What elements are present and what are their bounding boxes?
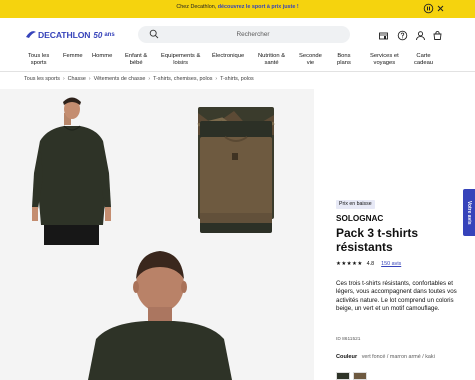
main-nav: Tous les sports Femme Homme Enfant & béb…: [0, 51, 475, 72]
nav-item-enfant[interactable]: Enfant & bébé: [125, 53, 147, 67]
nav-item-all-sports[interactable]: Tous les sports: [28, 53, 49, 67]
search-bar[interactable]: [138, 26, 350, 43]
breadcrumb-link[interactable]: Vêtements de chasse: [94, 76, 146, 82]
color-value: vert foncé / marron armé / kaki: [361, 354, 435, 360]
cart-icon[interactable]: [432, 30, 443, 41]
close-icon[interactable]: [435, 3, 446, 14]
store-icon[interactable]: [378, 30, 389, 41]
nav-item-electronique[interactable]: Électronique: [212, 53, 244, 60]
user-icon[interactable]: [415, 30, 426, 41]
color-swatch[interactable]: [336, 372, 350, 380]
color-swatch[interactable]: [353, 372, 367, 380]
product-description: Ces trois t-shirts résistants, confortab…: [336, 280, 457, 313]
nav-item-femme[interactable]: Femme: [63, 53, 83, 60]
decathlon-logo[interactable]: DECATHLON 50 ans: [26, 29, 115, 41]
reviews-link[interactable]: 150 avis: [381, 261, 401, 267]
product-title: Pack 3 t-shirts résistants: [336, 226, 419, 254]
breadcrumb: Tous les sports › Chasse › Vêtements de …: [24, 75, 254, 83]
product-brand[interactable]: SOLOGNAC: [336, 214, 383, 223]
promo-text-prefix: Chez Decathlon,: [176, 4, 218, 10]
rating-value: 4.8: [366, 261, 375, 267]
nav-item-carte-cadeau[interactable]: Carte cadeau: [414, 53, 433, 67]
feedback-tab-label: Votre avis: [466, 200, 472, 225]
folded-shirts-image[interactable]: [160, 89, 314, 257]
nav-item-equipements[interactable]: Equipements & loisirs: [161, 53, 200, 67]
color-row: Couleur vert foncé / marron armé / kaki: [336, 354, 435, 360]
model-back-image[interactable]: [0, 251, 314, 380]
promo-bar: Chez Decathlon, découvrez le sport à pri…: [0, 0, 475, 18]
breadcrumb-current: T-shirts, polos: [220, 76, 254, 82]
breadcrumb-link[interactable]: T-shirts, chemises, polos: [153, 76, 212, 82]
chevron-right-icon: ›: [148, 76, 151, 82]
product-images: [0, 89, 314, 380]
product-rating: ★★★★★ 4.8 150 avis: [336, 260, 401, 268]
chevron-right-icon: ›: [215, 76, 218, 82]
search-icon[interactable]: [149, 29, 159, 39]
model-front-image[interactable]: [0, 89, 155, 257]
logo-text: DECATHLON: [38, 30, 91, 40]
breadcrumb-link[interactable]: Tous les sports: [24, 76, 60, 82]
price-drop-badge: Prix en baisse: [336, 200, 375, 209]
nav-item-services[interactable]: Services et voyages: [370, 53, 399, 67]
promo-text[interactable]: Chez Decathlon, découvrez le sport à pri…: [0, 4, 475, 10]
breadcrumb-link[interactable]: Chasse: [68, 76, 86, 82]
product-reference: ID 8611521: [336, 337, 361, 342]
nav-item-nutrition[interactable]: Nutrition & santé: [258, 53, 285, 67]
pause-icon[interactable]: [423, 3, 434, 14]
rating-stars-icon: ★★★★★: [336, 261, 363, 267]
feedback-tab[interactable]: Votre avis: [463, 189, 475, 236]
promo-text-highlight: découvrez le sport à prix juste !: [217, 4, 299, 10]
product-gallery: [0, 89, 314, 380]
help-icon[interactable]: [397, 30, 408, 41]
logo-badge: 50: [93, 30, 103, 40]
site-header: DECATHLON 50 ans: [0, 18, 475, 51]
logo-suffix: ans: [104, 32, 115, 38]
nav-item-homme[interactable]: Homme: [92, 53, 112, 60]
decathlon-mark-icon: [26, 31, 36, 38]
color-label: Couleur: [336, 354, 358, 360]
nav-item-seconde-vie[interactable]: Seconde vie: [299, 53, 322, 67]
search-input[interactable]: [168, 27, 338, 42]
chevron-right-icon: ›: [62, 76, 65, 82]
chevron-right-icon: ›: [88, 76, 91, 82]
nav-item-bons-plans[interactable]: Bons plans: [337, 53, 351, 67]
